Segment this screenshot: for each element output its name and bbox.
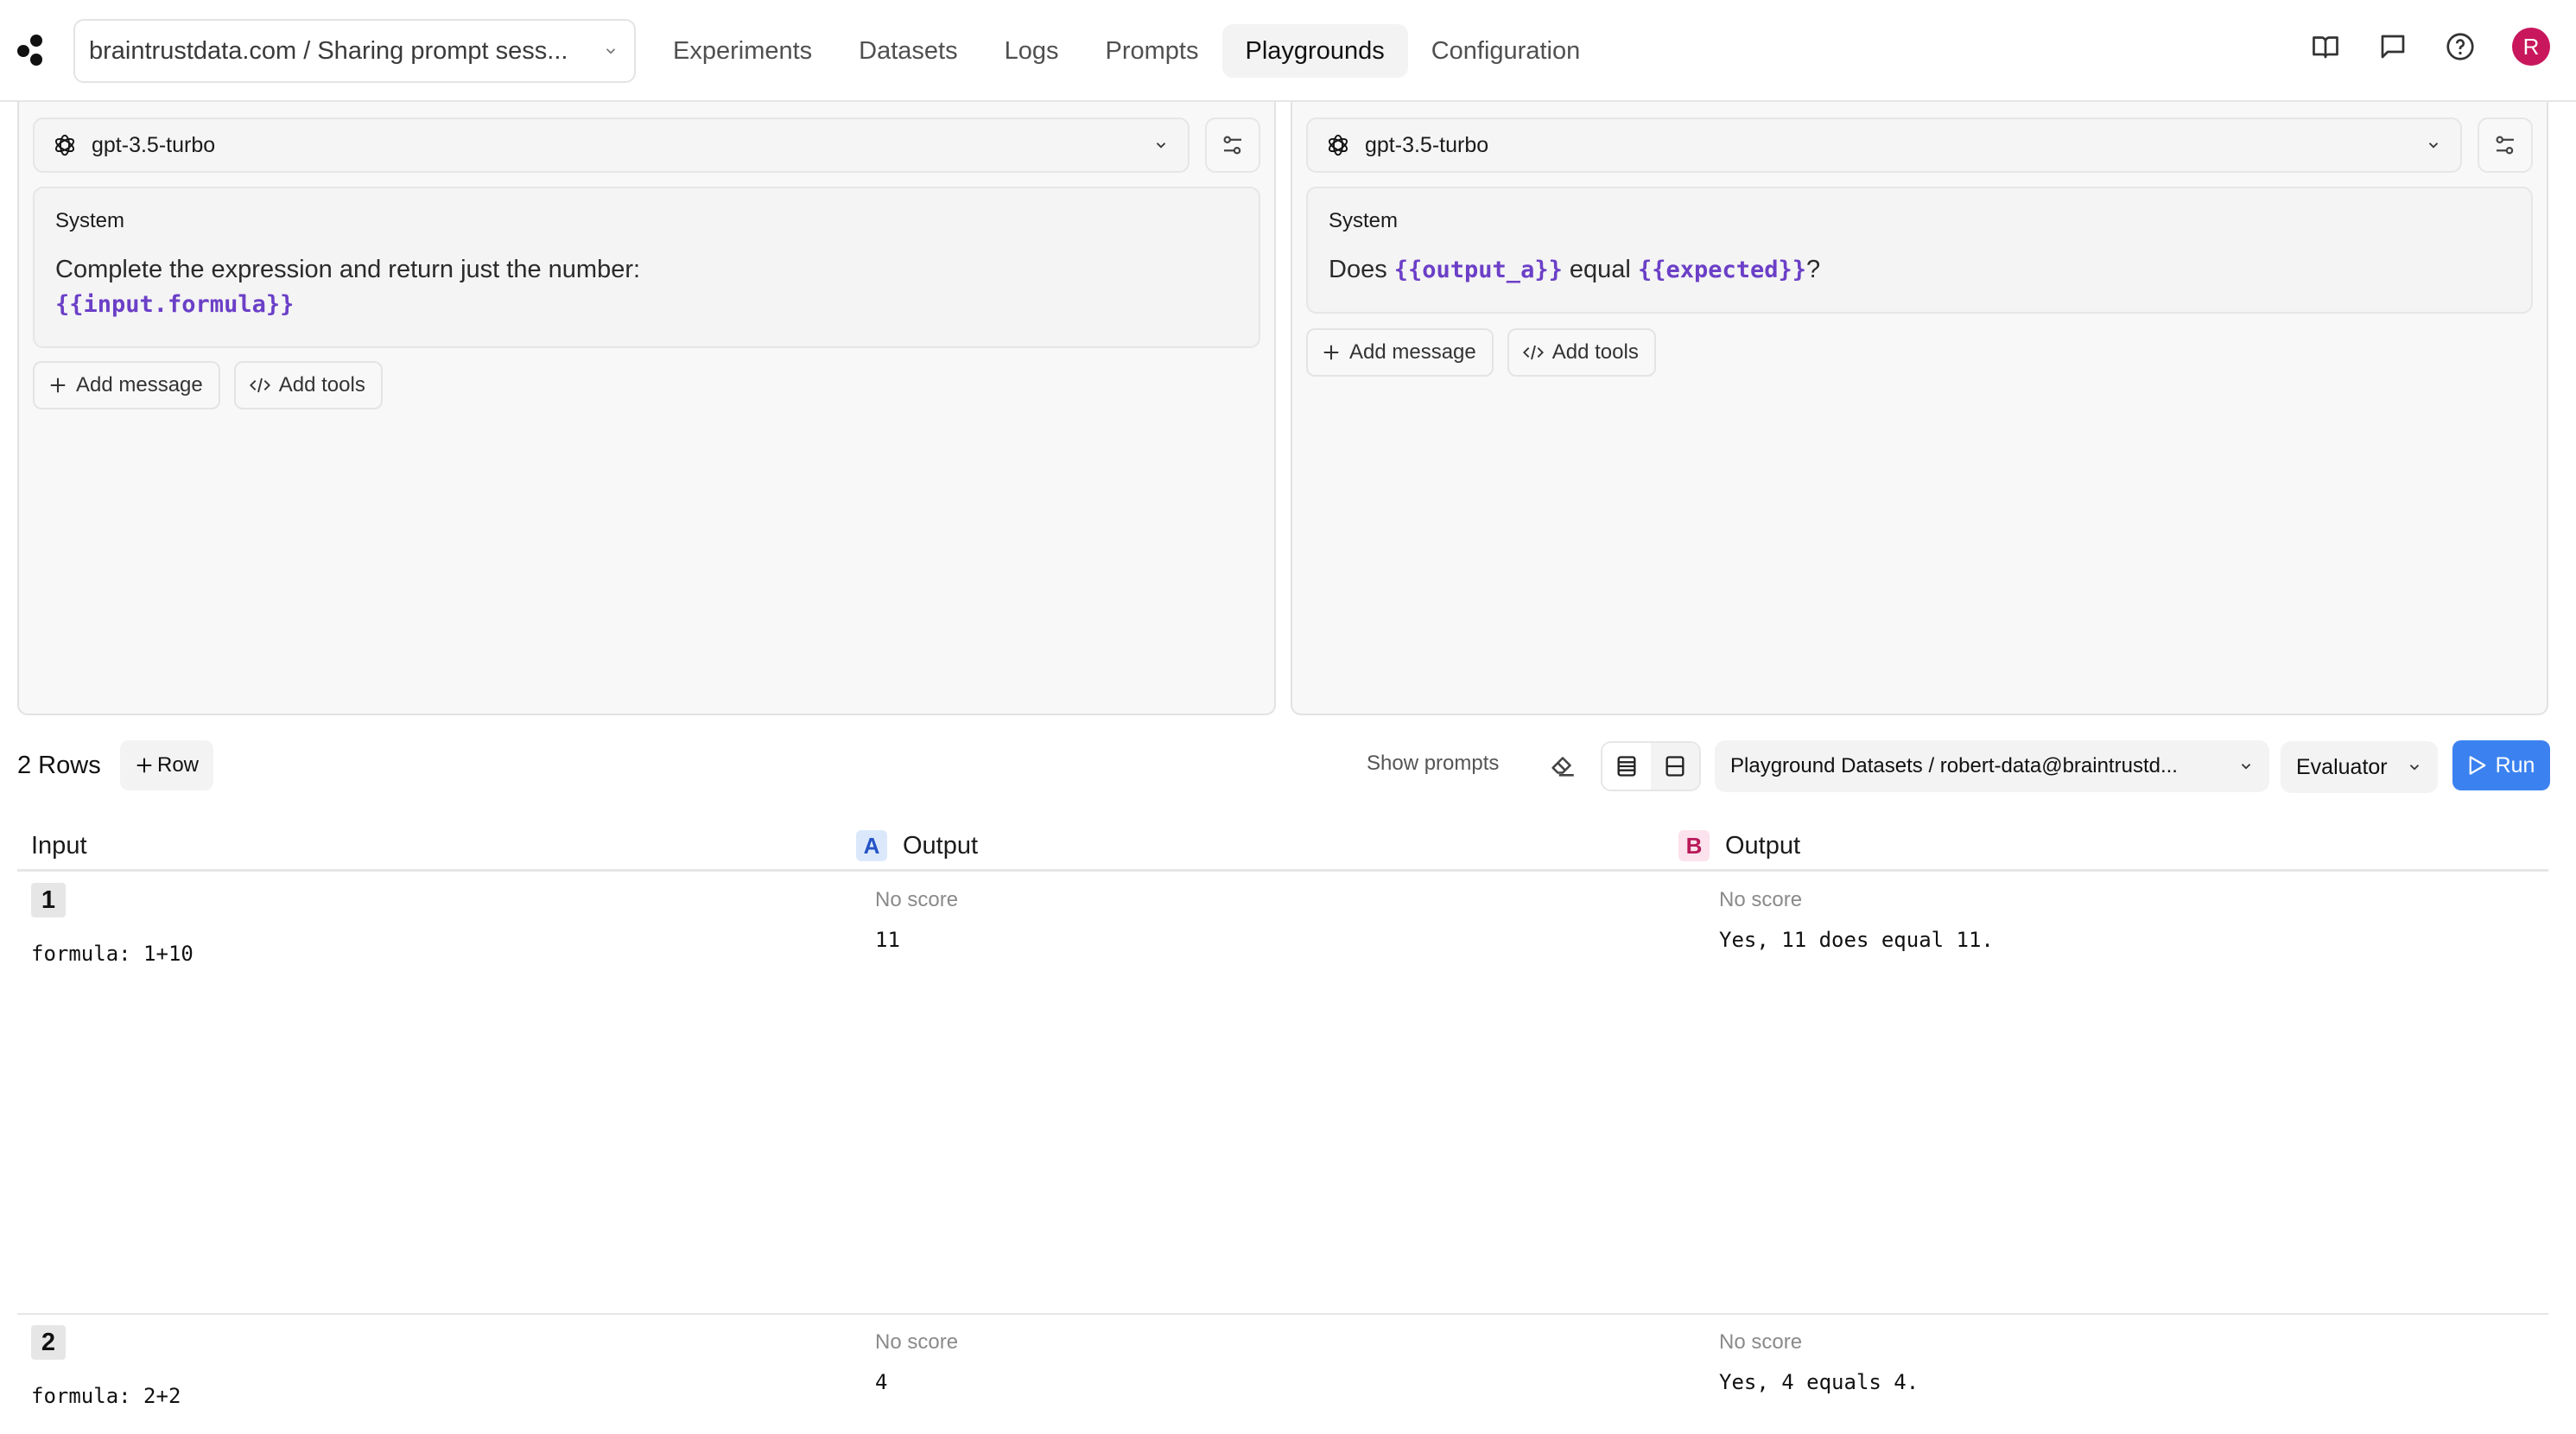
chat-icon[interactable] [2377,31,2408,62]
row-input: formula: 2+2 [31,1384,181,1408]
prompt-badge-a: A [856,830,887,861]
message-text-part: equal [1569,256,1631,283]
add-tools-button-a[interactable]: Add tools [233,361,383,409]
output-b: Yes, 4 equals 4. [1719,1370,1919,1394]
add-row-button[interactable]: Row [120,740,213,790]
chevron-down-icon [2428,143,2439,149]
prompt-panel-b: gpt-3.5-turbo System Does {{output_a}} e… [1291,102,2548,715]
evaluator-selector-label: Evaluator [2296,754,2388,779]
openai-icon [1329,134,1348,156]
message-text[interactable]: Complete the expression and return just … [55,252,1238,322]
template-variable: {{output_a}} [1393,257,1563,283]
model-params-button-b[interactable] [2478,117,2533,173]
view-mode-toggle [1601,741,1701,791]
top-nav-bar: braintrustdata.com / Sharing prompt sess… [0,0,2576,102]
row-number: 2 [31,1325,66,1360]
message-role: System [1329,209,1399,232]
model-name: gpt-3.5-turbo [1365,132,1489,157]
nav-datasets[interactable]: Datasets [835,24,980,78]
results-table-header: Input A Output B Output [17,825,2548,872]
message-text[interactable]: Does {{output_a}} equal {{expected}}? [1329,252,2510,288]
dataset-selector-label: Playground Datasets / robert-data@braint… [1730,754,2178,777]
nav-logs[interactable]: Logs [981,24,1082,78]
column-label: Output [1725,831,1801,860]
model-params-button-a[interactable] [1205,117,1260,173]
message-role: System [55,209,125,232]
add-tools-label: Add tools [278,373,365,397]
chevron-down-icon [606,48,616,54]
sliders-icon [2496,136,2514,155]
code-icon [1522,345,1544,360]
chevron-down-icon [1156,143,1166,149]
plus-icon [50,378,66,393]
add-tools-label: Add tools [1551,340,1639,364]
header-actions: R [2310,28,2550,66]
prompt-panel-a: gpt-3.5-turbo System Complete the expres… [17,102,1276,715]
add-row-label: Row [156,753,199,777]
run-label: Run [2495,752,2535,777]
help-icon[interactable] [2445,31,2476,62]
plus-icon [1323,345,1339,360]
chevron-down-icon [2241,764,2251,770]
template-variable: {{input.formula}} [55,291,295,318]
output-a: 4 [875,1370,888,1394]
score-a: No score [875,888,959,911]
model-name: gpt-3.5-turbo [92,132,216,157]
eraser-icon[interactable] [1548,751,1577,780]
openai-icon [55,134,74,156]
add-message-label: Add message [1349,340,1476,364]
grid-view-button[interactable] [1651,743,1699,790]
code-icon [249,378,270,393]
column-header-output-b: B Output [1678,825,1800,866]
row-number: 1 [31,883,66,917]
nav-experiments[interactable]: Experiments [650,24,835,78]
add-message-button-b[interactable]: Add message [1306,328,1494,377]
rows-count: 2 Rows [17,752,101,779]
user-avatar[interactable]: R [2512,28,2550,66]
message-text-part: ? [1806,256,1821,283]
score-b: No score [1719,888,1803,911]
model-selector-b[interactable]: gpt-3.5-turbo [1306,117,2462,173]
run-button[interactable]: Run [2452,740,2550,790]
chevron-down-icon [2409,765,2420,771]
column-label: Output [903,831,979,860]
sliders-icon [1223,136,1241,155]
column-header-output-a: A Output [856,825,978,866]
dataset-selector[interactable]: Playground Datasets / robert-data@braint… [1715,740,2269,792]
column-label: Input [31,831,87,860]
plus-icon [136,758,152,773]
message-text-part: Complete the expression and return just … [55,256,641,283]
list-view-button[interactable] [1602,743,1651,790]
table-row[interactable]: 2 formula: 2+2 No score 4 No score Yes, … [17,1315,2548,1434]
main-nav: Experiments Datasets Logs Prompts Playgr… [650,24,1603,78]
nav-configuration[interactable]: Configuration [1408,24,1604,78]
message-text-part: Does [1329,256,1387,283]
model-selector-a[interactable]: gpt-3.5-turbo [33,117,1190,173]
prompt-badge-b: B [1678,830,1710,861]
output-a: 11 [875,928,900,952]
rows-icon [1617,756,1636,777]
system-message-b[interactable]: System Does {{output_a}} equal {{expecte… [1306,187,2533,314]
book-icon[interactable] [2310,31,2341,62]
project-selector-label: braintrustdata.com / Sharing prompt sess… [89,36,568,65]
braintrust-logo-icon[interactable] [17,35,48,67]
nav-playgrounds[interactable]: Playgrounds [1221,24,1408,78]
nav-prompts[interactable]: Prompts [1082,24,1222,78]
system-message-a[interactable]: System Complete the expression and retur… [33,187,1260,348]
split-icon [1666,756,1685,777]
evaluator-selector[interactable]: Evaluator [2281,741,2438,793]
row-input: formula: 1+10 [31,942,194,966]
add-tools-button-b[interactable]: Add tools [1507,328,1656,377]
output-b: Yes, 11 does equal 11. [1719,928,1994,952]
add-message-label: Add message [76,373,203,397]
template-variable: {{expected}} [1637,257,1807,283]
add-message-button-a[interactable]: Add message [33,361,220,409]
column-header-input: Input [31,825,87,866]
play-icon [2469,756,2485,775]
score-a: No score [875,1330,959,1354]
table-row[interactable]: 1 formula: 1+10 No score 11 No score Yes… [17,872,2548,1315]
score-b: No score [1719,1330,1803,1354]
show-prompts-toggle[interactable]: Show prompts [1367,752,1499,776]
project-selector[interactable]: braintrustdata.com / Sharing prompt sess… [73,19,636,83]
